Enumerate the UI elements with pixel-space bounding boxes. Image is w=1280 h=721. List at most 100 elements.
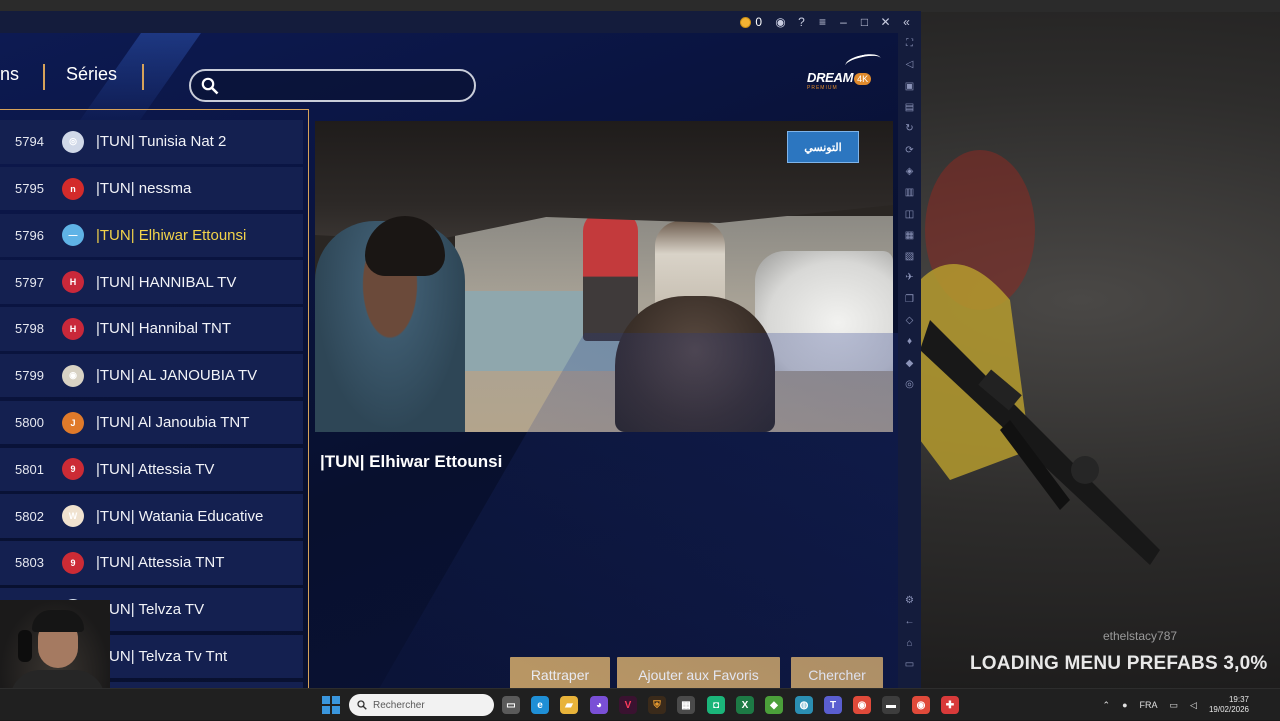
help-icon[interactable]: ? <box>791 13 812 31</box>
stream-username: ethelstacy787 <box>1103 629 1178 643</box>
nav-divider <box>43 64 45 90</box>
channel-logo-icon: J <box>62 411 84 434</box>
volume-tray-icon[interactable]: ◁ <box>1190 700 1197 711</box>
apk-icon[interactable]: ▥ <box>898 182 921 203</box>
media-icon[interactable]: ▧ <box>898 246 921 267</box>
logo-badge: 4K <box>854 73 872 85</box>
screenshot-icon[interactable]: ◫ <box>898 203 921 224</box>
channel-logo-icon: H <box>62 317 84 340</box>
excel-icon[interactable]: X <box>736 696 754 714</box>
airplane-icon[interactable]: ✈ <box>898 267 921 288</box>
channel-row[interactable]: 5799 ◉ |TUN| AL JANOUBIA TV <box>0 353 303 398</box>
emulator-titlebar: 0 ◉ ? ≡ – □ ✕ « <box>0 11 921 33</box>
refresh-icon[interactable]: ⟳ <box>898 139 921 160</box>
bluestacks-icon[interactable]: ◆ <box>765 696 783 714</box>
channel-number: 5803 <box>15 555 44 571</box>
channel-name: |TUN| nessma <box>96 180 192 198</box>
toolbox-icon[interactable]: ▤ <box>898 97 921 118</box>
headphone-icon <box>18 630 32 662</box>
channel-watermark: التونسي <box>787 131 859 163</box>
channel-number: 5794 <box>15 134 44 150</box>
window-app-icon[interactable]: ▬ <box>882 696 900 714</box>
discord-icon[interactable]: ◕ <box>590 696 608 714</box>
edge-icon[interactable]: e <box>531 696 549 714</box>
search-button[interactable]: Chercher <box>791 657 883 688</box>
soldier-illustration <box>920 150 1160 565</box>
home-icon[interactable]: ⌂ <box>898 633 921 654</box>
channel-name: |TUN| Elhiwar Ettounsi <box>96 226 247 244</box>
copy-icon[interactable]: ❐ <box>898 289 921 310</box>
nav-item-partial[interactable]: ns <box>0 64 19 85</box>
channel-number: 5802 <box>15 508 44 524</box>
system-clock[interactable]: 19:37 19/02/2026 <box>1209 695 1249 715</box>
layers-icon[interactable]: ◆ <box>898 352 921 373</box>
eco-icon[interactable]: ◇ <box>898 310 921 331</box>
shield-icon[interactable]: ⛨ <box>648 696 666 714</box>
microphone-icon[interactable]: ● <box>1122 700 1127 710</box>
system-tray: ⌃ ● FRA ▭ ◁ 19:37 19/02/2026 <box>1103 689 1280 721</box>
channel-number: 5800 <box>15 415 44 431</box>
maximize-icon[interactable]: □ <box>854 13 875 31</box>
collapse-icon[interactable]: « <box>896 13 917 31</box>
channel-row[interactable]: 5801 9 |TUN| Attessia TV <box>0 447 303 492</box>
language-indicator[interactable]: FRA <box>1140 700 1158 710</box>
rotate-icon[interactable]: ↻ <box>898 118 921 139</box>
channel-row[interactable]: 5795 n |TUN| nessma <box>0 166 303 211</box>
gamepad-icon[interactable]: ◈ <box>898 161 921 182</box>
search-input[interactable] <box>189 69 476 102</box>
channel-row[interactable]: 5794 ◎ |TUN| Tunisia Nat 2 <box>0 120 303 164</box>
keyboard-icon[interactable]: ▣ <box>898 76 921 97</box>
taskbar-search[interactable]: Rechercher <box>349 694 494 716</box>
fullscreen-icon[interactable]: ⛶ <box>898 33 921 54</box>
close-icon[interactable]: ✕ <box>875 13 896 31</box>
nav-item-series[interactable]: Séries <box>66 64 117 85</box>
video-person-back <box>615 296 775 432</box>
minimize-icon[interactable]: – <box>833 13 854 31</box>
add-favorite-button[interactable]: Ajouter aux Favoris <box>617 657 780 688</box>
task-view-icon[interactable]: ▭ <box>502 696 520 714</box>
search-icon <box>201 77 219 95</box>
record-icon[interactable]: ▦ <box>898 225 921 246</box>
recent-icon[interactable]: ▭ <box>898 654 921 675</box>
vivaldi-icon[interactable]: V <box>619 696 637 714</box>
chrome-alt-icon[interactable]: ◉ <box>912 696 930 714</box>
channel-name: |TUN| Hannibal TNT <box>96 320 232 338</box>
clock-date: 19/02/2026 <box>1208 705 1249 714</box>
menu-icon[interactable]: ≡ <box>812 13 833 31</box>
file-explorer-icon[interactable]: ▰ <box>560 696 578 714</box>
account-icon[interactable]: ◉ <box>770 13 791 31</box>
teams-icon[interactable]: T <box>824 696 842 714</box>
sync-icon[interactable]: ◎ <box>898 374 921 395</box>
channel-row[interactable]: 5800 J |TUN| Al Janoubia TNT <box>0 400 303 445</box>
android-app-icon[interactable]: ◘ <box>707 696 725 714</box>
nav-divider <box>142 64 144 90</box>
windows-start-icon[interactable] <box>322 696 340 714</box>
shake-icon[interactable]: ♦ <box>898 331 921 352</box>
channel-row[interactable]: 5802 W |TUN| Watania Educative <box>0 494 303 538</box>
channel-logo-icon: 9 <box>62 551 84 574</box>
channel-row[interactable]: 5803 9 |TUN| Attessia TNT <box>0 541 303 585</box>
channel-row[interactable]: 5798 H |TUN| Hannibal TNT <box>0 307 303 351</box>
channel-name: |TUN| Watania Educative <box>96 507 264 525</box>
back-icon[interactable]: ← <box>898 611 921 632</box>
channel-name: |TUN| Attessia TNT <box>96 554 225 572</box>
network-icon[interactable]: ▭ <box>1170 700 1179 711</box>
calculator-icon[interactable]: ▦ <box>677 696 695 714</box>
network-app-icon[interactable]: ◍ <box>795 696 813 714</box>
channel-logo-icon: — <box>62 224 84 247</box>
catchup-button[interactable]: Rattraper <box>510 657 610 688</box>
volume-icon[interactable]: ◁ <box>898 54 921 75</box>
channel-logo-icon: H <box>62 271 84 294</box>
tray-overflow-icon[interactable]: ⌃ <box>1103 700 1111 711</box>
channel-logo-icon: W <box>62 505 84 528</box>
channel-row[interactable]: 5797 H |TUN| HANNIBAL TV <box>0 260 303 304</box>
coin-counter[interactable]: 0 <box>740 15 762 29</box>
channel-number: 5797 <box>15 274 44 290</box>
video-scene-car <box>755 251 893 371</box>
channel-row[interactable]: 5796 — |TUN| Elhiwar Ettounsi <box>0 213 303 258</box>
chrome-icon[interactable]: ◉ <box>853 696 871 714</box>
settings-icon[interactable]: ⚙ <box>898 590 921 611</box>
video-player[interactable]: التونسي <box>315 121 893 432</box>
game-launcher-icon[interactable]: ✚ <box>941 696 959 714</box>
webcam-person-cap <box>32 610 84 632</box>
